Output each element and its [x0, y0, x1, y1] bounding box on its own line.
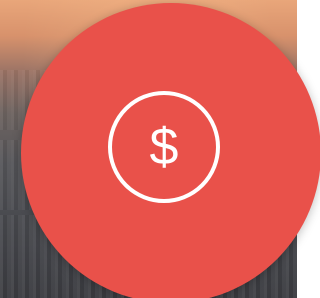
- dollar-circle-icon: $: [108, 91, 220, 203]
- dollar-sign: $: [149, 118, 179, 176]
